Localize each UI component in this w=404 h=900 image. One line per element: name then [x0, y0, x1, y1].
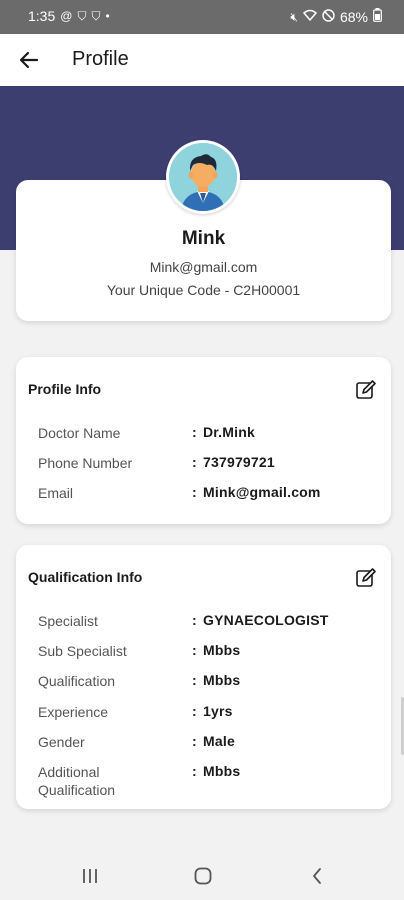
back-button[interactable]	[14, 45, 44, 75]
field-value: Dr.Mink	[203, 424, 255, 440]
avatar-image	[169, 143, 237, 211]
dot-icon: •	[105, 9, 110, 23]
app-bar: Profile	[0, 34, 404, 86]
mute-icon: 🔇︎	[290, 9, 298, 24]
battery-percent: 68%	[339, 8, 368, 25]
home-icon	[194, 867, 212, 885]
field-separator: :	[192, 642, 197, 658]
edit-qualification-info-button[interactable]	[355, 567, 377, 589]
profile-name: Mink	[181, 228, 226, 249]
field-label: Additional Qualification	[38, 764, 116, 798]
field-separator: :	[192, 454, 197, 470]
field-value: GYNAECOLOGIST	[203, 612, 329, 628]
profile-info-card: Profile Info Doctor Name : Dr.Mink Phone…	[16, 357, 391, 524]
field-separator: :	[192, 484, 197, 500]
profile-email: Mink@gmail.com	[149, 259, 258, 275]
field-separator: :	[192, 763, 197, 779]
status-bar: 1:35 @ ⛉ ⛉ • 🔇︎ 68%	[0, 0, 404, 34]
edit-icon	[356, 380, 376, 399]
field-separator: :	[192, 612, 197, 628]
doctor-avatar-icon	[169, 143, 237, 211]
shield-icon: ⛉	[91, 9, 101, 23]
field-value: Mink@gmail.com	[203, 484, 321, 500]
field-label: Gender	[38, 734, 85, 750]
field-label: Phone Number	[38, 455, 133, 471]
status-left: 1:35 @ ⛉ ⛉ •	[28, 8, 110, 24]
field-label: Experience	[38, 704, 109, 720]
qualification-info-card: Qualification Info Specialist : GYNAECOL…	[16, 545, 391, 809]
edit-profile-info-button[interactable]	[355, 379, 377, 401]
chevron-left-icon	[313, 868, 321, 884]
shield-icon: ⛉	[77, 9, 87, 23]
field-value: Mbbs	[203, 763, 241, 779]
field-value: Mbbs	[203, 642, 241, 658]
field-label: Sub Specialist	[38, 643, 127, 659]
field-value: Mbbs	[203, 672, 241, 688]
system-back-button[interactable]	[303, 864, 331, 888]
field-label: Doctor Name	[38, 425, 121, 441]
field-value: 737979721	[203, 454, 275, 470]
avatar[interactable]	[166, 140, 240, 214]
field-separator: :	[192, 733, 197, 749]
unique-code: Your Unique Code - C2H00001	[106, 282, 301, 298]
recent-apps-icon	[83, 869, 97, 883]
home-button[interactable]	[189, 864, 217, 888]
field-value: Male	[203, 733, 235, 749]
field-label: Specialist	[38, 613, 98, 629]
recent-apps-button[interactable]	[76, 864, 104, 888]
field-label: Qualification	[38, 673, 116, 689]
field-separator: :	[192, 703, 197, 719]
field-separator: :	[192, 424, 197, 440]
edit-icon	[356, 568, 376, 587]
qualification-info-heading: Qualification Info	[28, 569, 143, 585]
field-separator: :	[192, 672, 197, 688]
profile-info-heading: Profile Info	[28, 381, 102, 397]
wifi-icon	[302, 9, 318, 24]
battery-icon	[373, 8, 382, 25]
field-label: Email	[38, 485, 74, 501]
system-nav-bar	[0, 852, 404, 900]
status-right: 🔇︎ 68%	[290, 8, 382, 25]
status-time: 1:35	[28, 8, 56, 24]
page-title: Profile	[72, 48, 129, 70]
arrow-left-icon	[19, 51, 39, 69]
field-value: 1yrs	[203, 703, 233, 719]
at-icon: @	[60, 9, 73, 23]
dnd-icon	[322, 8, 335, 25]
